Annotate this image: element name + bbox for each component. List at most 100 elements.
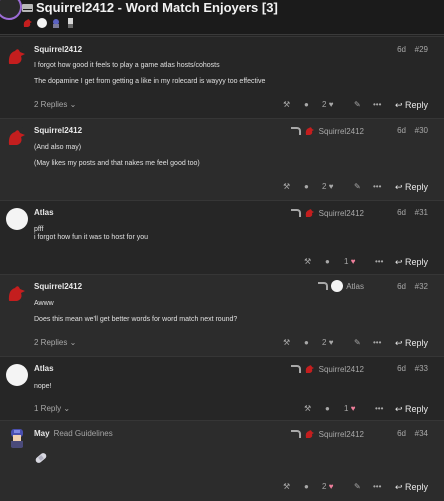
edit-icon[interactable]: ✎ <box>354 482 361 491</box>
hammer-icon[interactable]: ⚒ <box>283 338 290 347</box>
avatar[interactable] <box>6 208 28 230</box>
reply-label: Reply <box>404 482 428 492</box>
more-icon[interactable]: ••• <box>375 257 383 266</box>
user-icon[interactable]: ● <box>304 182 309 191</box>
post-number[interactable]: #29 <box>415 45 428 54</box>
post-body: nope! <box>34 383 52 391</box>
user-icon[interactable]: ● <box>325 257 330 266</box>
post-number[interactable]: #30 <box>415 126 428 135</box>
reply-to-link[interactable]: Squirrel2412 <box>290 125 364 137</box>
reply-to-link[interactable]: Squirrel2412 <box>290 428 364 440</box>
post-actions: ⚒ ● 2 ♥ ✎ ••• ↩ Reply <box>0 182 444 196</box>
hammer-icon[interactable]: ⚒ <box>304 257 311 266</box>
envelope-icon <box>22 4 33 12</box>
post-text-line: i forgot how fun it was to host for you <box>34 234 149 241</box>
topic-title[interactable]: Squirrel2412 - Word Match Enjoyers [3] <box>36 0 278 15</box>
post-date[interactable]: 6d <box>397 364 406 373</box>
post-username[interactable]: Squirrel2412 <box>34 126 82 135</box>
user-icon[interactable]: ● <box>304 100 309 109</box>
hammer-icon[interactable]: ⚒ <box>283 482 290 491</box>
user-icon[interactable]: ● <box>325 404 330 413</box>
post-date[interactable]: 6d <box>397 126 406 135</box>
replies-toggle[interactable]: 2 Replies ⌄ <box>34 100 76 109</box>
hammer-icon[interactable]: ⚒ <box>283 182 290 191</box>
reply-label: Reply <box>404 404 428 414</box>
edit-icon[interactable]: ✎ <box>354 100 361 109</box>
post-date[interactable]: 6d <box>397 45 406 54</box>
like-button[interactable]: 1 ♥ <box>344 404 355 413</box>
like-button[interactable]: 2 ♥ <box>322 482 333 491</box>
more-icon[interactable]: ••• <box>373 338 381 347</box>
like-button[interactable]: 1 ♥ <box>344 257 355 266</box>
reply-button[interactable]: ↩ Reply <box>395 257 428 268</box>
post-31: Atlas Squirrel2412 6d #31 pfff i forgot … <box>0 200 444 275</box>
reply-arrow-icon <box>318 282 329 290</box>
squirrel-avatar-icon <box>305 127 314 135</box>
squirrel-avatar-icon[interactable] <box>22 17 34 29</box>
replies-count: 1 Reply <box>34 404 62 413</box>
reply-to-link[interactable]: Atlas <box>318 280 364 292</box>
reply-to-name: Squirrel2412 <box>318 364 364 374</box>
post-number[interactable]: #33 <box>415 364 428 373</box>
reply-button[interactable]: ↩ Reply <box>395 338 428 349</box>
post-number[interactable]: #34 <box>415 429 428 438</box>
edit-icon[interactable]: ✎ <box>354 338 361 347</box>
may-avatar-icon[interactable] <box>50 17 62 29</box>
reply-to-name: Squirrel2412 <box>318 429 364 439</box>
reply-arrow-icon <box>290 127 301 135</box>
like-button[interactable]: 2 ♥ <box>322 338 333 347</box>
atlas-avatar-icon <box>331 280 344 292</box>
user-title-badge: Read Guidelines <box>53 429 113 438</box>
user-avatar-icon[interactable] <box>65 17 77 29</box>
edit-icon[interactable]: ✎ <box>354 182 361 191</box>
heart-icon: ♥ <box>328 482 334 491</box>
atlas-avatar-icon[interactable] <box>37 18 47 28</box>
site-logo-icon[interactable] <box>0 0 22 20</box>
avatar[interactable] <box>6 364 28 386</box>
avatar[interactable] <box>6 282 28 304</box>
like-count: 2 <box>322 482 327 491</box>
avatar[interactable] <box>6 126 28 148</box>
user-icon[interactable]: ● <box>304 482 309 491</box>
post-username[interactable]: May Read Guidelines <box>34 429 113 438</box>
hammer-icon[interactable]: ⚒ <box>283 100 290 109</box>
post-text-line: pfff <box>34 226 44 233</box>
squirrel-icon <box>8 130 25 145</box>
post-text-line: Does this mean we'll get better words fo… <box>34 316 238 323</box>
replies-toggle[interactable]: 1 Reply ⌄ <box>34 404 70 413</box>
like-count: 1 <box>344 404 349 413</box>
reply-to-link[interactable]: Squirrel2412 <box>290 363 364 375</box>
reply-label: Reply <box>404 100 428 110</box>
hammer-icon[interactable]: ⚒ <box>304 404 311 413</box>
post-date[interactable]: 6d <box>397 208 406 217</box>
reply-to-link[interactable]: Squirrel2412 <box>290 207 364 219</box>
post-number[interactable]: #32 <box>415 282 428 291</box>
like-button[interactable]: 2 ♥ <box>322 182 333 191</box>
post-number[interactable]: #31 <box>415 208 428 217</box>
like-button[interactable]: 2 ♥ <box>322 100 333 109</box>
reply-button[interactable]: ↩ Reply <box>395 482 428 493</box>
replies-toggle[interactable]: 2 Replies ⌄ <box>34 338 76 347</box>
like-count: 1 <box>344 257 349 266</box>
user-icon[interactable]: ● <box>304 338 309 347</box>
post-username[interactable]: Atlas <box>34 364 54 373</box>
reply-button[interactable]: ↩ Reply <box>395 404 428 415</box>
avatar[interactable] <box>6 45 28 67</box>
post-username[interactable]: Squirrel2412 <box>34 282 82 291</box>
reply-button[interactable]: ↩ Reply <box>395 100 428 111</box>
post-body: pfff i forgot how fun it was to host for… <box>34 226 148 242</box>
more-icon[interactable]: ••• <box>375 404 383 413</box>
heart-icon: ♥ <box>350 404 356 413</box>
avatar[interactable] <box>6 427 28 449</box>
post-34: May Read Guidelines Squirrel2412 6d #34 ⚒… <box>0 420 444 501</box>
post-username[interactable]: Squirrel2412 <box>34 45 82 54</box>
post-date[interactable]: 6d <box>397 429 406 438</box>
more-icon[interactable]: ••• <box>373 482 381 491</box>
post-date[interactable]: 6d <box>397 282 406 291</box>
post-32: Squirrel2412 Atlas 6d #32 Awww Does this… <box>0 274 444 357</box>
post-actions: ⚒ ● 2 ♥ ✎ ••• ↩ Reply <box>0 482 444 496</box>
post-username[interactable]: Atlas <box>34 208 54 217</box>
more-icon[interactable]: ••• <box>373 100 381 109</box>
more-icon[interactable]: ••• <box>373 182 381 191</box>
reply-button[interactable]: ↩ Reply <box>395 182 428 193</box>
